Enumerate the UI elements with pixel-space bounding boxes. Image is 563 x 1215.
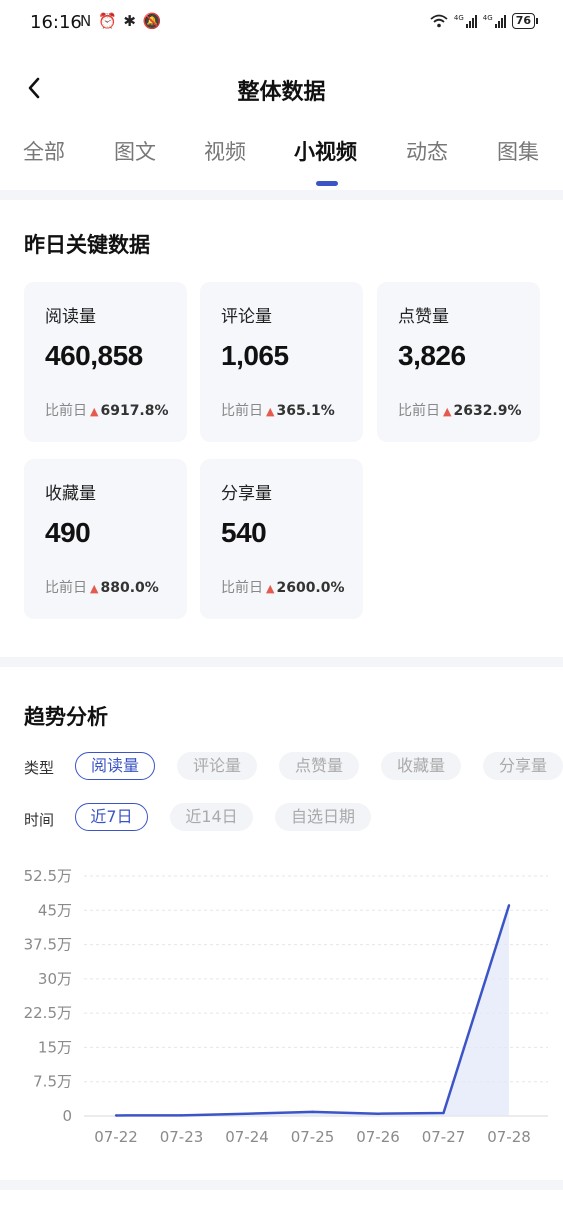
key-data-title: 昨日关键数据 <box>24 233 150 257</box>
time-filter-label: 时间 <box>24 811 55 829</box>
section-divider <box>0 190 563 200</box>
up-triangle-icon: ▲ <box>90 582 99 595</box>
x-tick-label: 07-22 <box>94 1128 138 1146</box>
page-header: 整体数据 <box>0 62 563 114</box>
metric-value: 490 <box>45 517 91 548</box>
status-left-icons: N ⏰ ✱ 🔕 <box>80 12 163 30</box>
tab-moments[interactable]: 动态 <box>406 136 448 166</box>
metric-value: 540 <box>221 517 267 548</box>
metric-label: 收藏量 <box>45 484 96 504</box>
data-point <box>245 1112 249 1115</box>
data-point <box>376 1112 380 1115</box>
up-triangle-icon: ▲ <box>90 405 99 418</box>
tab-all[interactable]: 全部 <box>23 136 65 166</box>
section-divider <box>0 1180 563 1190</box>
x-tick-label: 07-24 <box>225 1128 269 1146</box>
metric-label: 评论量 <box>221 307 272 327</box>
status-bar: 16:16 N ⏰ ✱ 🔕 4G 4G 76 <box>0 0 563 44</box>
y-tick-label: 15万 <box>38 1038 72 1056</box>
y-tick-label: 7.5万 <box>33 1073 72 1091</box>
tab-video[interactable]: 视频 <box>204 136 246 166</box>
metric-compare: 比前日 ▲ 2632.9% <box>398 403 522 419</box>
metric-card-favorites[interactable]: 收藏量 490 比前日 ▲ 880.0% <box>24 459 187 619</box>
type-chip-comments[interactable]: 评论量 <box>177 752 257 780</box>
page-title: 整体数据 <box>237 80 326 105</box>
y-tick-label: 22.5万 <box>24 1004 72 1022</box>
x-tick-label: 07-27 <box>422 1128 466 1146</box>
up-triangle-icon: ▲ <box>443 405 452 418</box>
status-right-icons: 4G 4G 76 <box>430 13 539 29</box>
wifi-icon <box>430 14 448 28</box>
content-type-tabs: 全部 图文 视频 小视频 动态 图集 <box>0 132 563 188</box>
type-chip-shares[interactable]: 分享量 <box>483 752 563 780</box>
metric-label: 阅读量 <box>45 307 96 327</box>
metric-compare: 比前日 ▲ 880.0% <box>45 580 159 596</box>
metric-card-shares[interactable]: 分享量 540 比前日 ▲ 2600.0% <box>200 459 363 619</box>
y-tick-label: 52.5万 <box>24 867 72 885</box>
x-tick-label: 07-25 <box>291 1128 335 1146</box>
reads-trend-chart: 0 7.5万 15万 22.5万 30万 37.5万 45万 52.5万 07-22 07-23 0… <box>24 867 548 1146</box>
signal-icon-2: 4G <box>483 14 506 28</box>
metric-value: 3,826 <box>398 340 466 371</box>
tab-article[interactable]: 图文 <box>114 136 156 166</box>
status-time: 16:16 <box>30 12 82 33</box>
time-chip-14d[interactable]: 近14日 <box>170 803 253 831</box>
type-filter-label: 类型 <box>24 759 55 777</box>
active-tab-indicator <box>316 181 338 186</box>
metric-value: 460,858 <box>45 340 143 371</box>
metric-compare: 比前日 ▲ 6917.8% <box>45 403 169 419</box>
x-tick-label: 07-26 <box>356 1128 400 1146</box>
metric-card-likes[interactable]: 点赞量 3,826 比前日 ▲ 2632.9% <box>377 282 540 442</box>
y-tick-label: 45万 <box>38 901 72 919</box>
battery-icon: 76 <box>511 13 539 29</box>
data-point <box>114 1114 118 1117</box>
type-chip-likes[interactable]: 点赞量 <box>279 752 359 780</box>
signal-icon: 4G <box>454 14 477 28</box>
metric-compare: 比前日 ▲ 365.1% <box>221 403 335 419</box>
type-chip-favorites[interactable]: 收藏量 <box>381 752 461 780</box>
series-line <box>115 904 511 1117</box>
up-triangle-icon: ▲ <box>266 405 275 418</box>
y-tick-label: 37.5万 <box>24 936 72 954</box>
time-chip-custom[interactable]: 自选日期 <box>275 803 371 831</box>
metric-label: 点赞量 <box>398 307 449 327</box>
series-area <box>116 905 509 1116</box>
metric-card-comments[interactable]: 评论量 1,065 比前日 ▲ 365.1% <box>200 282 363 442</box>
y-tick-label: 0 <box>62 1107 72 1125</box>
y-tick-label: 30万 <box>38 970 72 988</box>
time-chip-7d[interactable]: 近7日 <box>75 803 148 831</box>
metric-card-reads[interactable]: 阅读量 460,858 比前日 ▲ 6917.8% <box>24 282 187 442</box>
trend-title: 趋势分析 <box>24 705 108 729</box>
data-point <box>507 904 511 907</box>
tab-short-video[interactable]: 小视频 <box>294 136 357 166</box>
type-chip-reads[interactable]: 阅读量 <box>75 752 155 780</box>
up-triangle-icon: ▲ <box>266 582 275 595</box>
x-tick-label: 07-28 <box>487 1128 531 1146</box>
metric-value: 1,065 <box>221 340 289 371</box>
x-tick-label: 07-23 <box>160 1128 204 1146</box>
section-divider <box>0 657 563 667</box>
data-point <box>180 1114 183 1117</box>
data-point <box>311 1110 314 1114</box>
tab-gallery[interactable]: 图集 <box>497 136 539 166</box>
data-point <box>442 1111 445 1115</box>
metric-label: 分享量 <box>221 484 272 504</box>
metric-compare: 比前日 ▲ 2600.0% <box>221 580 345 596</box>
